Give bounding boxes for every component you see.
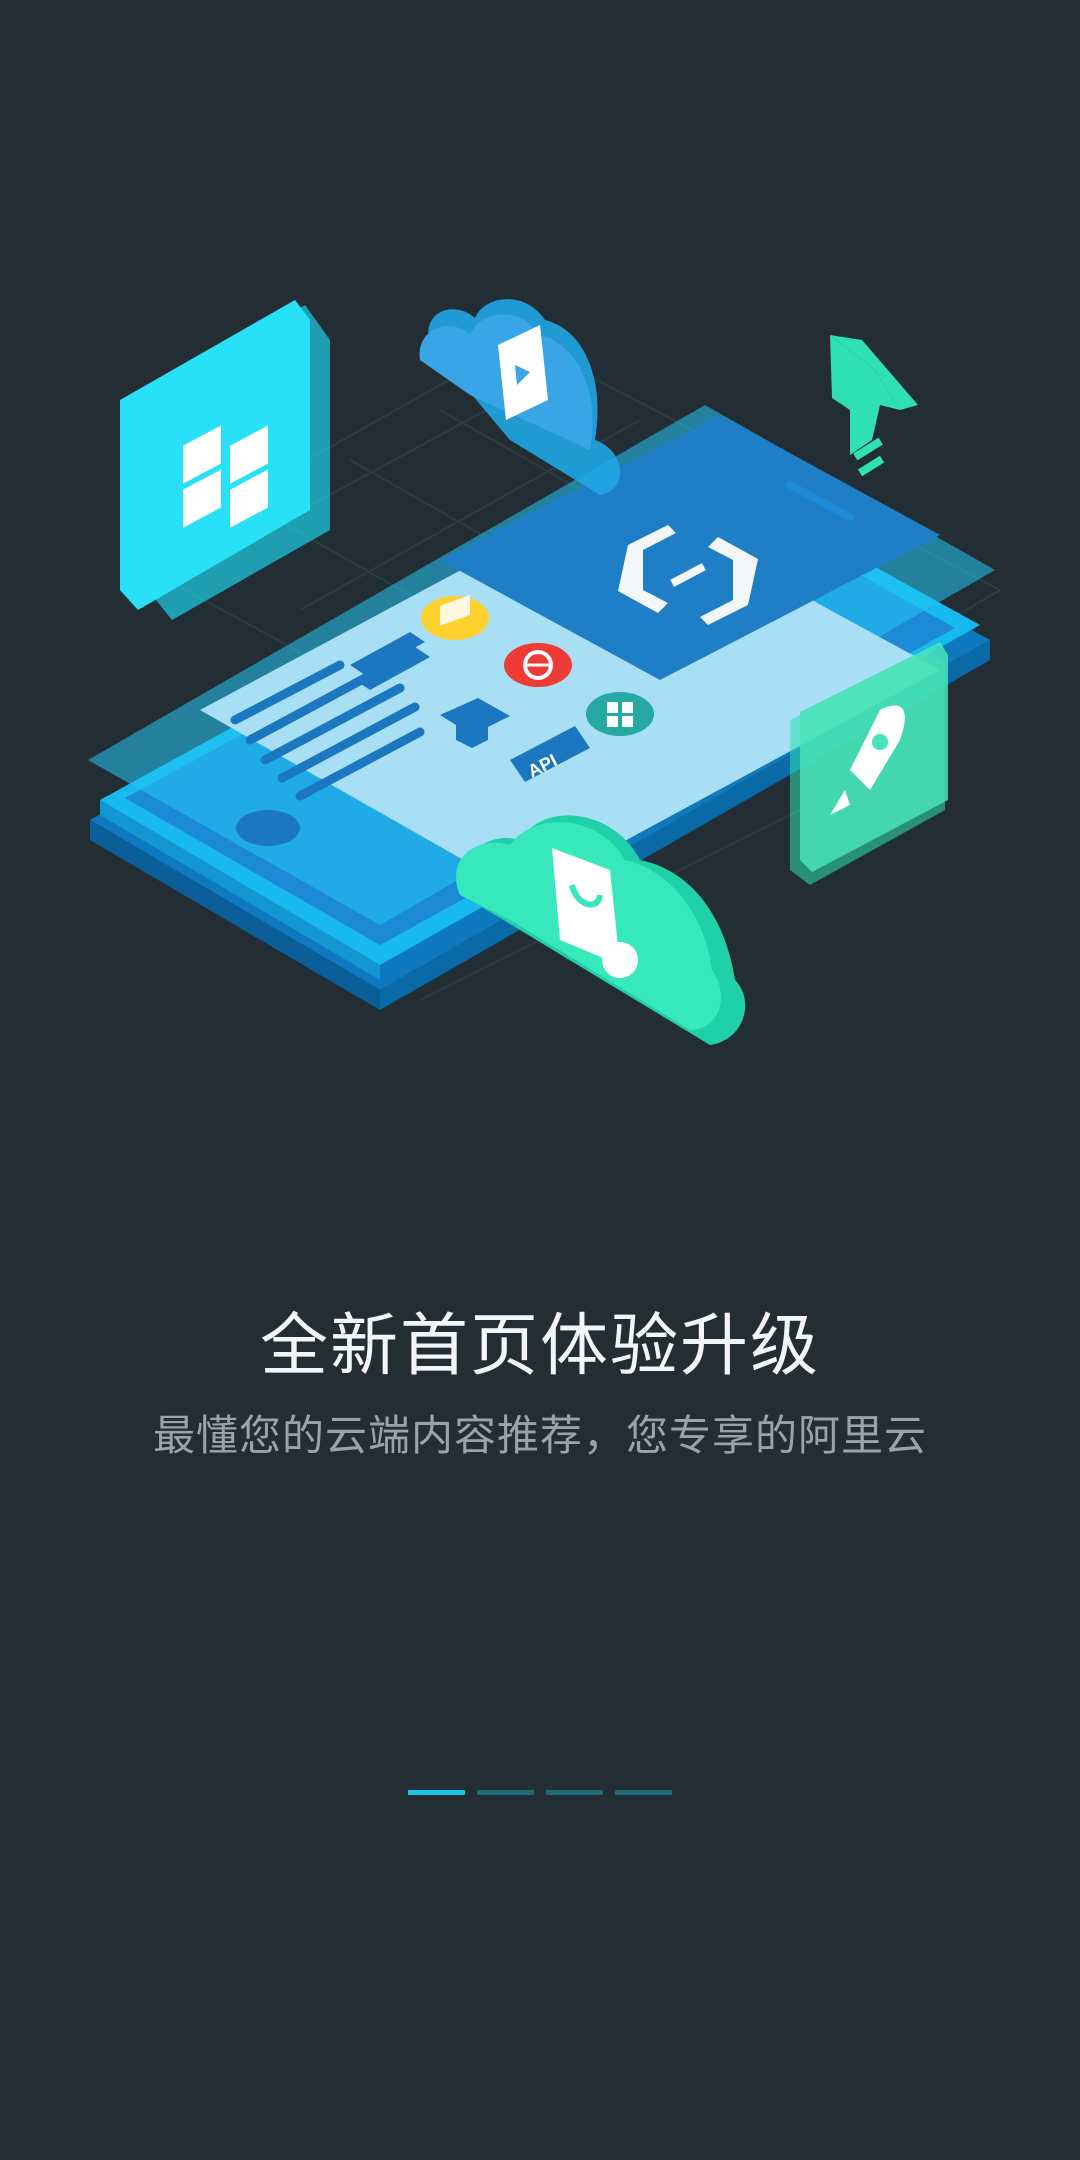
book-cloud-icon — [419, 299, 621, 495]
onboarding-subtitle: 最懂您的云端内容推荐，您专享的阿里云 — [152, 1411, 927, 1460]
globe-icon — [504, 643, 572, 687]
page-dot-2[interactable] — [477, 1790, 534, 1795]
onboarding-screen: API 全新首页体验升级 最懂您的云端内容推荐，您专享的阿里云 — [0, 0, 1080, 2160]
hero-illustration: API — [88, 299, 1003, 1045]
page-dot-3[interactable] — [546, 1790, 603, 1795]
apps-icon — [120, 300, 330, 620]
apps-small-icon — [586, 692, 654, 736]
home-button — [236, 810, 300, 846]
page-indicator — [0, 1790, 1080, 1795]
upgrade-arrow-icon — [830, 335, 918, 477]
page-dot-1[interactable] — [408, 1790, 465, 1795]
page-dot-4[interactable] — [615, 1790, 672, 1795]
onboarding-headline: 全新首页体验升级 — [259, 1307, 820, 1386]
